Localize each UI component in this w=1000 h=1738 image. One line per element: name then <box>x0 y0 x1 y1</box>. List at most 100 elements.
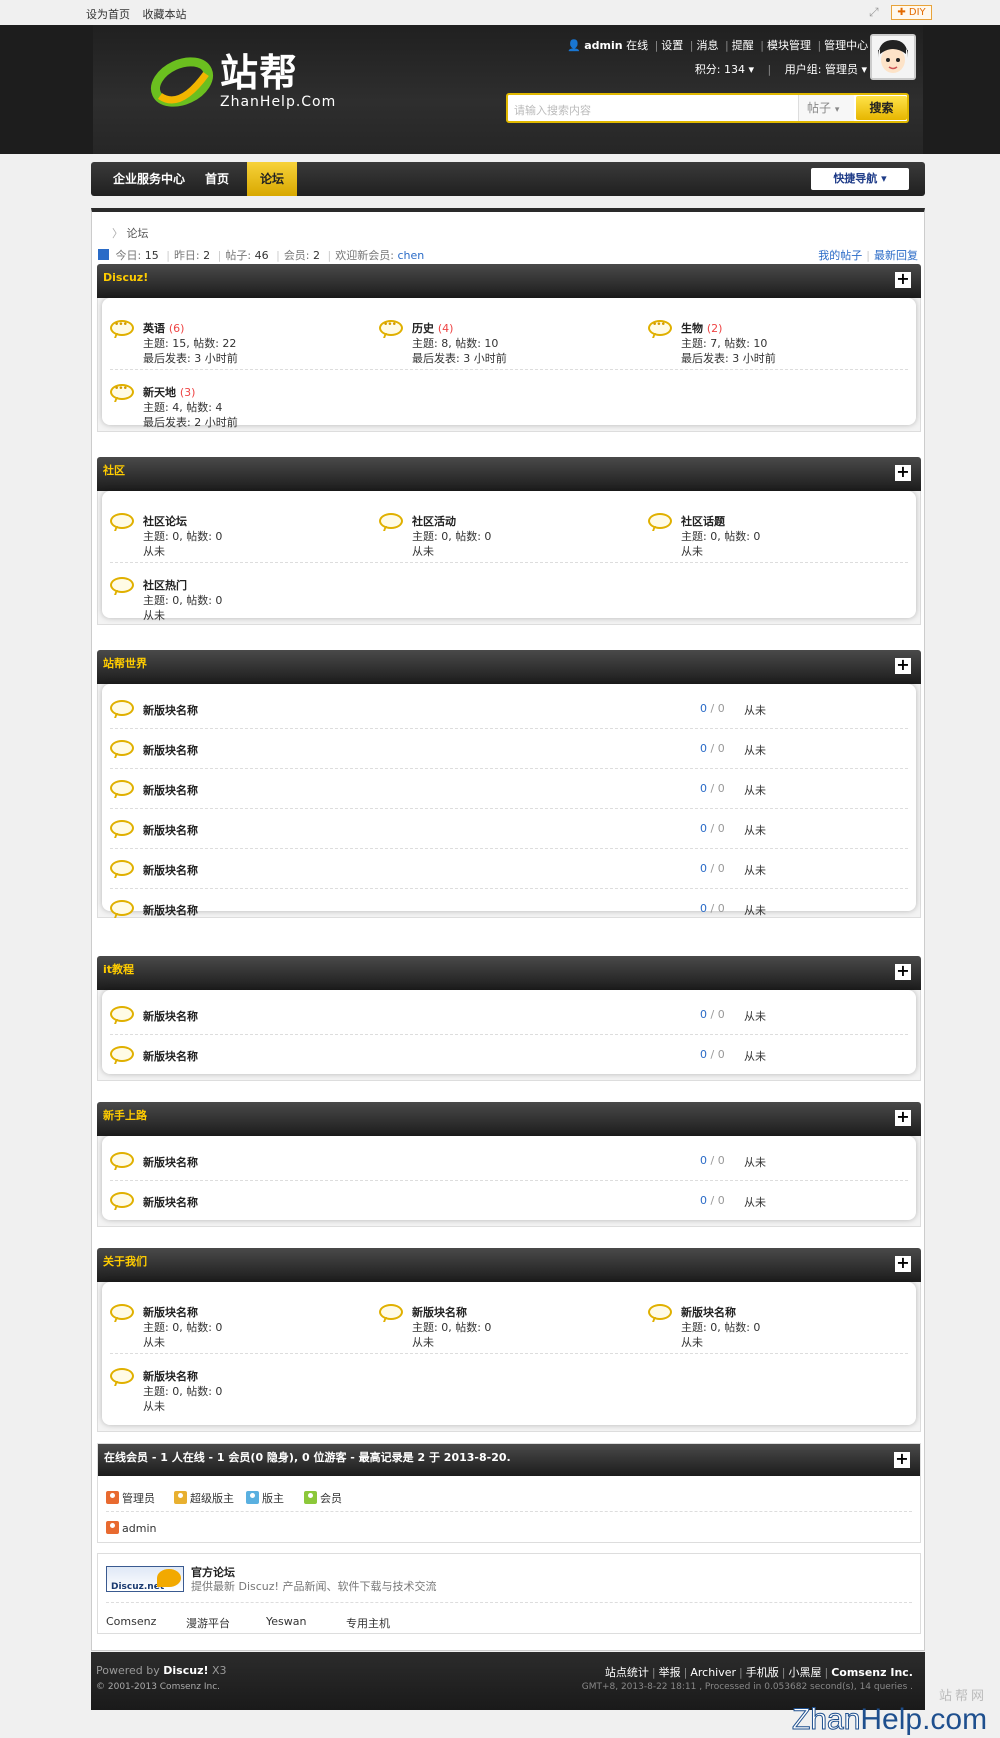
footer-archiver-link[interactable]: Archiver <box>690 1666 736 1679</box>
link-yeswan[interactable]: Yeswan <box>266 1615 306 1628</box>
forum-new-icon <box>110 320 134 336</box>
nav-forum[interactable]: 论坛 <box>247 162 297 196</box>
forum-row[interactable]: 新版块名称 0 / 0 从未 <box>110 1140 908 1180</box>
forum-icon <box>110 1006 134 1022</box>
forum-row[interactable]: 新版块名称 0 / 0 从未 <box>110 688 908 728</box>
chevron-down-icon: ▾ <box>861 63 867 76</box>
members-count: 2 <box>313 249 321 262</box>
member-user-icon <box>304 1491 317 1504</box>
forum-item[interactable]: 社区活动 主题: 0, 帖数: 0 从未 <box>379 513 639 563</box>
yesterday-count: 2 <box>203 249 211 262</box>
expand-icon[interactable]: + <box>894 1451 910 1468</box>
avatar[interactable] <box>870 34 916 80</box>
bookmark-link[interactable]: 收藏本站 <box>143 8 187 21</box>
newest-member-link[interactable]: chen <box>397 249 424 262</box>
forum-icon <box>110 700 134 716</box>
forum-row[interactable]: 新版块名称 0 / 0 从未 <box>110 848 908 888</box>
main-content: 〉 论坛 今日: 15 | 昨日: 2 | 帖子: 46 | 会员: 2 | 欢迎新会员… <box>91 208 925 1651</box>
username-link[interactable]: admin <box>584 39 622 52</box>
expand-icon[interactable]: + <box>895 271 911 288</box>
forum-row[interactable]: 新版块名称 0 / 0 从未 <box>110 888 908 928</box>
online-header: 在线会员 - 1 人在线 - 1 会员(0 隐身), 0 位游客 - 最高记录是… <box>98 1444 920 1476</box>
mod-user-icon <box>246 1491 259 1504</box>
link-hosting[interactable]: 专用主机 <box>346 1615 390 1631</box>
messages-link[interactable]: 消息 <box>697 39 719 52</box>
forum-new-icon <box>379 320 403 336</box>
points-menu[interactable]: 积分: 134 <box>695 63 745 76</box>
forum-new-icon <box>648 320 672 336</box>
nav-home[interactable]: 首页 <box>197 162 237 196</box>
forum-row[interactable]: 新版块名称 0 / 0 从未 <box>110 768 908 808</box>
forum-icon <box>379 513 403 529</box>
forum-item[interactable]: 社区论坛 主题: 0, 帖数: 0 从未 <box>110 513 370 563</box>
forum-icon <box>110 1152 134 1168</box>
category-block-newbie: 新手上路 + 新版块名称 0 / 0 从未 新版块名称 0 / 0 从未 <box>97 1102 921 1227</box>
my-posts-link[interactable]: 我的帖子 <box>818 249 862 262</box>
site-logo[interactable]: 站帮 ZhanHelp.Com <box>150 52 370 118</box>
footer-blackroom-link[interactable]: 小黑屋 <box>788 1666 821 1679</box>
forum-icon <box>110 900 134 916</box>
expand-icon[interactable]: + <box>895 963 911 980</box>
powered-by: Powered by Discuz! X3 <box>96 1664 227 1677</box>
forum-item[interactable]: 生物 (2)主题: 7, 帖数: 10最后发表: 3 小时前 <box>648 320 908 370</box>
expand-icon[interactable]: + <box>895 1109 911 1126</box>
posts-count: 46 <box>254 249 269 262</box>
footer-stats-link[interactable]: 站点统计 <box>605 1666 649 1679</box>
online-user[interactable]: admin <box>106 1521 156 1535</box>
legend-mod: 版主 <box>246 1490 284 1506</box>
forum-item[interactable]: 新版块名称 主题: 0, 帖数: 0 从未 <box>110 1304 370 1354</box>
logo-brand: 站帮 <box>220 51 299 95</box>
forum-row[interactable]: 新版块名称 0 / 0 从未 <box>110 1034 908 1074</box>
category-header: Discuz! + <box>97 264 921 298</box>
forum-row[interactable]: 新版块名称 0 / 0 从未 <box>110 994 908 1034</box>
forum-row[interactable]: 新版块名称 0 / 0 从未 <box>110 1180 908 1220</box>
forum-item[interactable]: 社区热门 主题: 0, 帖数: 0 从未 <box>110 577 370 627</box>
settings-link[interactable]: 设置 <box>661 39 683 52</box>
fullscreen-icon[interactable]: ⤢ <box>869 5 879 20</box>
today-count: 15 <box>144 249 159 262</box>
nav-bar: 企业服务中心 首页 论坛 快捷导航 ▾ <box>91 162 925 196</box>
home-icon[interactable]: 〉 <box>112 227 123 240</box>
search-type-select[interactable]: 帖子 ▾ <box>798 95 854 121</box>
forum-row[interactable]: 新版块名称 0 / 0 从未 <box>110 728 908 768</box>
group-menu[interactable]: 用户组: 管理员 <box>785 63 858 76</box>
expand-icon[interactable]: + <box>895 1255 911 1272</box>
notifications-link[interactable]: 提醒 <box>732 39 754 52</box>
legend-member: 会员 <box>304 1490 342 1506</box>
top-links: 设为首页 收藏本站 <box>86 6 196 22</box>
forum-item[interactable]: 历史 (4)主题: 8, 帖数: 10最后发表: 3 小时前 <box>379 320 639 370</box>
forum-icon <box>110 740 134 756</box>
module-manage-link[interactable]: 模块管理 <box>767 39 811 52</box>
expand-icon[interactable]: + <box>895 657 911 674</box>
search-button[interactable]: 搜索 <box>856 96 907 120</box>
chevron-down-icon: ▾ <box>834 105 840 115</box>
category-block-world: 站帮世界 + 新版块名称 0 / 0 从未 新版块名称 0 / 0 从未 新版块名称 0 /… <box>97 650 921 918</box>
link-manyou[interactable]: 漫游平台 <box>186 1615 230 1631</box>
expand-icon[interactable]: + <box>895 464 911 481</box>
admin-center-link[interactable]: 管理中心 <box>824 39 868 52</box>
breadcrumb-forum[interactable]: 论坛 <box>127 227 149 240</box>
forum-item[interactable]: 新版块名称 主题: 0, 帖数: 0 从未 <box>110 1368 370 1418</box>
forum-item[interactable]: 新版块名称 主题: 0, 帖数: 0 从未 <box>379 1304 639 1354</box>
chevron-down-icon: ▾ <box>748 63 755 76</box>
admin-user-icon <box>106 1521 119 1534</box>
discuz-logo[interactable]: Discuz.net <box>106 1566 184 1592</box>
nav-enterprise[interactable]: 企业服务中心 <box>101 162 197 196</box>
chart-icon <box>98 249 109 260</box>
footer-mobile-link[interactable]: 手机版 <box>746 1666 779 1679</box>
footer-company-link[interactable]: Comsenz Inc. <box>831 1666 913 1679</box>
quick-nav-button[interactable]: 快捷导航 ▾ <box>811 168 909 190</box>
footer-report-link[interactable]: 举报 <box>659 1666 681 1679</box>
search-input[interactable]: 请输入搜索内容 <box>514 102 591 118</box>
forum-row[interactable]: 新版块名称 0 / 0 从未 <box>110 808 908 848</box>
diy-button[interactable]: ✚ DIY <box>891 5 932 20</box>
latest-replies-link[interactable]: 最新回复 <box>874 249 918 262</box>
forum-item[interactable]: 新天地 (3)主题: 4, 帖数: 4最后发表: 2 小时前 <box>110 384 370 434</box>
set-home-link[interactable]: 设为首页 <box>86 8 130 21</box>
forum-item[interactable]: 英语 (6)主题: 15, 帖数: 22最后发表: 3 小时前 <box>110 320 370 370</box>
forum-item[interactable]: 社区话题 主题: 0, 帖数: 0 从未 <box>648 513 908 563</box>
category-block-it: it教程 + 新版块名称 0 / 0 从未 新版块名称 0 / 0 从未 <box>97 956 921 1081</box>
forum-item[interactable]: 新版块名称 主题: 0, 帖数: 0 从未 <box>648 1304 908 1354</box>
category-block-discuz: Discuz!+ 英语 (6)主题: 15, 帖数: 22最后发表: 3 小时前… <box>97 264 921 432</box>
link-comsenz[interactable]: Comsenz <box>106 1615 156 1628</box>
